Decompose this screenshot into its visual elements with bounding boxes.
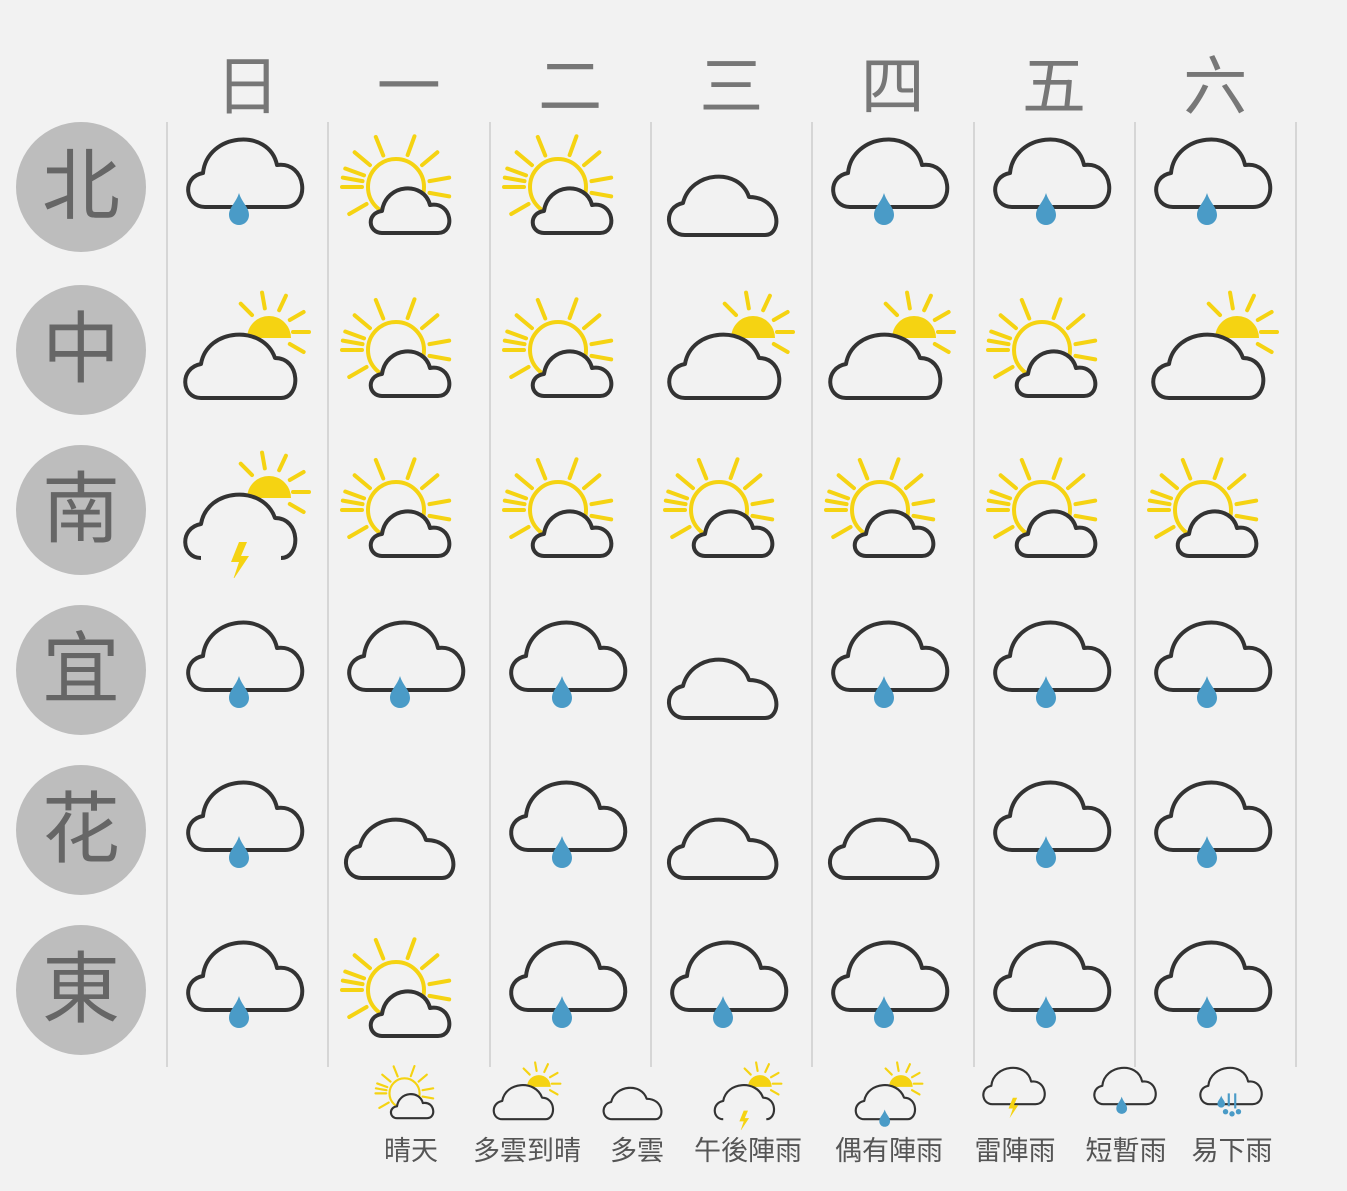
sunny-icon (500, 288, 640, 418)
cloudy-to-sunny-icon (487, 1060, 567, 1130)
day-header-5: 五 (1022, 51, 1086, 125)
brief-rain-icon (822, 928, 962, 1058)
sunny-icon (984, 448, 1124, 578)
legend-item: 易下雨 (1162, 1060, 1302, 1170)
day-header-3: 三 (699, 51, 764, 125)
day-header-1: 一 (376, 51, 441, 125)
brief-rain-icon (500, 768, 640, 898)
day-header-0: 日 (215, 51, 280, 125)
cloudy-to-sunny-icon (177, 288, 317, 418)
region-badge-3: 宜 (16, 605, 146, 735)
cloudy-icon (661, 125, 801, 255)
column-divider (811, 122, 814, 1067)
region-badge-0: 北 (16, 122, 146, 252)
sunny-icon (338, 125, 478, 255)
cloudy-icon (822, 768, 962, 898)
thunderstorm-icon (975, 1060, 1055, 1130)
afternoon-showers-icon (708, 1060, 788, 1130)
legend-label: 偶有陣雨 (835, 1136, 943, 1167)
afternoon-showers-icon (177, 448, 317, 578)
brief-rain-icon (500, 608, 640, 738)
brief-rain-icon (822, 125, 962, 255)
sunny-icon (661, 448, 801, 578)
brief-rain-icon (984, 125, 1124, 255)
column-divider (1295, 122, 1298, 1067)
legend-label: 易下雨 (1191, 1136, 1273, 1167)
sunny-icon (338, 288, 478, 418)
brief-rain-icon (177, 768, 317, 898)
cloudy-to-sunny-icon (661, 288, 801, 418)
legend-item: 偶有陣雨 (819, 1060, 959, 1170)
region-badge-2: 南 (16, 445, 146, 575)
brief-rain-icon (177, 125, 317, 255)
column-divider (327, 122, 330, 1067)
day-header-2: 二 (538, 51, 603, 125)
brief-rain-icon (1145, 125, 1285, 255)
cloudy-to-sunny-icon (822, 288, 962, 418)
sunny-icon (984, 288, 1124, 418)
sunny-icon (1145, 448, 1285, 578)
sunny-icon (822, 448, 962, 578)
cloudy-icon (338, 768, 478, 898)
region-badge-4: 花 (16, 765, 146, 895)
day-header-4: 四 (860, 51, 925, 125)
cloudy-icon (661, 608, 801, 738)
region-badge-5: 東 (16, 925, 146, 1055)
day-header-6: 六 (1183, 51, 1248, 125)
brief-rain-icon (1086, 1060, 1166, 1130)
cloudy-to-sunny-icon (1145, 288, 1285, 418)
brief-rain-icon (661, 928, 801, 1058)
sunny-icon (500, 125, 640, 255)
likely-rain-icon (1192, 1060, 1272, 1130)
occasional-showers-icon (849, 1060, 929, 1130)
brief-rain-icon (822, 608, 962, 738)
brief-rain-icon (984, 768, 1124, 898)
brief-rain-icon (177, 608, 317, 738)
brief-rain-icon (984, 928, 1124, 1058)
column-divider (1133, 122, 1136, 1067)
cloudy-icon (597, 1060, 677, 1130)
legend-item: 午後陣雨 (678, 1060, 818, 1170)
sunny-icon (338, 928, 478, 1058)
brief-rain-icon (1145, 928, 1285, 1058)
legend-label: 午後陣雨 (694, 1136, 802, 1167)
brief-rain-icon (984, 608, 1124, 738)
brief-rain-icon (177, 928, 317, 1058)
column-divider (972, 122, 975, 1067)
column-divider (488, 122, 491, 1067)
cloudy-icon (661, 768, 801, 898)
column-divider (649, 122, 652, 1067)
brief-rain-icon (1145, 768, 1285, 898)
sunny-icon (500, 448, 640, 578)
sunny-icon (371, 1060, 451, 1130)
brief-rain-icon (500, 928, 640, 1058)
brief-rain-icon (1145, 608, 1285, 738)
region-badge-1: 中 (16, 285, 146, 415)
column-divider (166, 122, 168, 1067)
sunny-icon (338, 448, 478, 578)
brief-rain-icon (338, 608, 478, 738)
